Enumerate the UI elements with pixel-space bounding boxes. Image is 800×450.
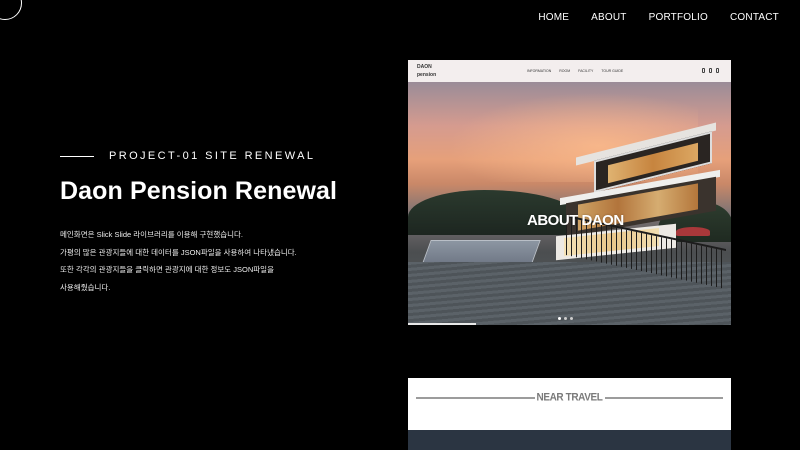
near-travel-heading: NEAR TRAVEL bbox=[408, 391, 731, 404]
screenshot-menu-information: INFORMATION bbox=[527, 69, 552, 73]
screenshot-menu-facility: FACILITY bbox=[578, 69, 594, 73]
project-title: Daon Pension Renewal bbox=[60, 177, 338, 205]
bookmark-icon bbox=[716, 68, 719, 73]
screenshot-logo-line-2: pension bbox=[417, 72, 437, 78]
slide-dot-2[interactable] bbox=[564, 317, 567, 320]
top-nav: HOME ABOUT PORTFOLIO CONTACT bbox=[527, 12, 790, 23]
near-travel-title: NEAR TRAVEL bbox=[536, 391, 603, 404]
slide-dot-1[interactable] bbox=[558, 317, 561, 320]
near-travel-strip bbox=[408, 430, 731, 450]
screenshot-menu-room: ROOM bbox=[559, 69, 571, 73]
description-line-2: 가평의 많은 관광지들에 대한 데이터를 JSON파일을 사용하여 나타냈습니다… bbox=[60, 247, 297, 257]
nav-home[interactable]: HOME bbox=[527, 12, 580, 23]
slide-progress-bar bbox=[408, 323, 476, 325]
screenshot-menu-tour-guide: TOUR GUIDE bbox=[601, 69, 624, 73]
user-icon bbox=[702, 68, 705, 73]
nav-portfolio[interactable]: PORTFOLIO bbox=[638, 12, 719, 23]
screenshot-header: DAON pension INFORMATION ROOM FACILITY T… bbox=[408, 60, 731, 82]
screenshot-menu: INFORMATION ROOM FACILITY TOUR GUIDE bbox=[527, 69, 623, 73]
near-travel-screenshot[interactable]: NEAR TRAVEL bbox=[408, 378, 731, 450]
nav-contact[interactable]: CONTACT bbox=[719, 12, 790, 23]
project-screenshot[interactable]: DAON pension INFORMATION ROOM FACILITY T… bbox=[408, 60, 731, 325]
heading-line-left bbox=[416, 396, 535, 399]
trash-icon bbox=[709, 68, 712, 73]
heading-line-right bbox=[604, 396, 724, 399]
project-info: PROJECT-01 SITE RENEWAL Daon Pension Ren… bbox=[60, 150, 380, 296]
screenshot-logo: DAON pension bbox=[417, 63, 436, 79]
screenshot-icons bbox=[702, 68, 719, 73]
slide-dots bbox=[558, 317, 573, 320]
logo-circle[interactable] bbox=[0, 0, 22, 20]
description-line-3: 또한 각각의 관광지들을 클릭하면 관광지에 대한 정보도 JSON파일을 bbox=[60, 265, 274, 274]
about-title: ABOUT DAON bbox=[527, 212, 624, 229]
nav-about[interactable]: ABOUT bbox=[580, 12, 637, 23]
description-line-4: 사용해줬습니다. bbox=[60, 282, 111, 292]
slide-dot-3[interactable] bbox=[570, 317, 573, 320]
umbrella bbox=[676, 227, 710, 236]
screenshot-hero-photo: ABOUT DAON bbox=[408, 82, 731, 325]
description-line-1: 메인화면은 Slick Slide 라이브러리를 이용해 구현했습니다. bbox=[60, 230, 244, 239]
project-description: 메인화면은 Slick Slide 라이브러리를 이용해 구현했습니다. 가평의… bbox=[60, 226, 380, 296]
kicker-line bbox=[60, 155, 94, 157]
screenshot-logo-line-1: DAON bbox=[417, 64, 432, 70]
kicker-text: PROJECT-01 SITE RENEWAL bbox=[109, 150, 316, 162]
project-kicker: PROJECT-01 SITE RENEWAL bbox=[60, 150, 380, 162]
